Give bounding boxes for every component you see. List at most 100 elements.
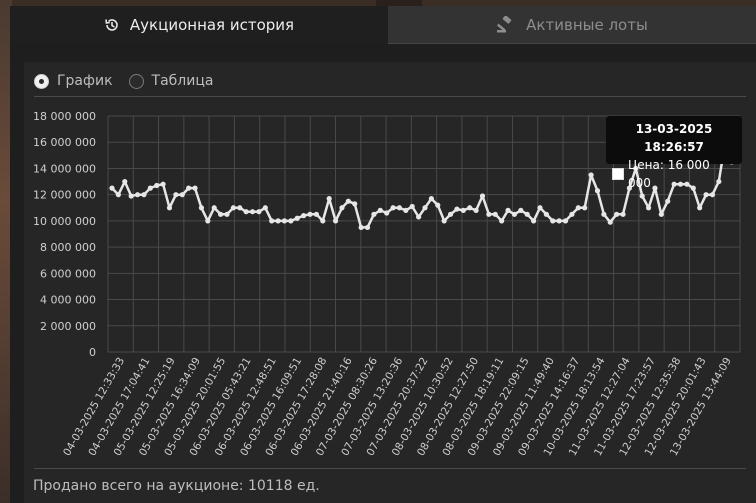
data-point xyxy=(301,213,307,219)
data-point xyxy=(256,209,262,215)
data-point xyxy=(205,218,211,224)
data-point xyxy=(262,205,268,211)
data-point xyxy=(147,185,153,191)
data-point xyxy=(269,218,275,224)
data-point xyxy=(396,205,403,211)
data-point xyxy=(607,219,613,225)
data-point xyxy=(550,218,556,224)
data-point xyxy=(428,196,434,202)
data-point xyxy=(211,205,217,211)
tab-auction-history-label: Аукционная история xyxy=(129,16,295,34)
data-point xyxy=(364,224,371,231)
data-point xyxy=(332,218,339,224)
data-point xyxy=(294,215,300,221)
data-point xyxy=(230,205,236,211)
data-point xyxy=(562,218,569,224)
y-tick-label: 16 000 000 xyxy=(33,136,96,149)
data-point xyxy=(460,207,466,213)
data-point xyxy=(141,192,147,198)
data-point xyxy=(377,207,383,213)
data-point xyxy=(198,205,205,211)
data-point xyxy=(358,224,364,231)
data-point xyxy=(441,218,447,224)
data-point xyxy=(594,188,601,194)
data-point xyxy=(614,211,620,217)
data-point xyxy=(243,209,249,215)
data-point xyxy=(192,185,198,191)
data-point xyxy=(173,192,179,198)
y-tick-label: 0 xyxy=(89,346,96,359)
data-point xyxy=(326,196,332,202)
data-point xyxy=(409,203,415,210)
data-point xyxy=(134,192,141,198)
data-point xyxy=(422,205,428,211)
data-point xyxy=(281,218,288,224)
data-point xyxy=(697,205,703,211)
data-point xyxy=(524,211,530,217)
tooltip-date: 13-03-2025 18:26:57 xyxy=(635,122,713,154)
y-tick-label: 18 000 000 xyxy=(33,110,96,123)
data-point xyxy=(575,205,581,211)
y-tick-label: 8 000 000 xyxy=(40,241,96,254)
data-point xyxy=(313,211,320,217)
data-point xyxy=(224,211,230,217)
data-point xyxy=(505,207,511,213)
data-point xyxy=(307,211,313,217)
tab-auction-history[interactable]: Аукционная история xyxy=(10,6,388,44)
data-point xyxy=(639,193,645,199)
data-point xyxy=(237,205,243,211)
data-point xyxy=(447,211,454,217)
y-tick-label: 10 000 000 xyxy=(33,215,96,228)
divider-bottom xyxy=(34,468,746,469)
data-point xyxy=(288,218,294,224)
data-point xyxy=(416,214,422,220)
tooltip-series-swatch xyxy=(612,168,624,180)
data-point xyxy=(128,193,134,199)
data-point xyxy=(345,198,351,204)
tooltip-price: Цена: 16 000 000 xyxy=(627,158,710,190)
data-point xyxy=(115,192,121,198)
data-point xyxy=(467,205,473,211)
data-point xyxy=(384,210,390,216)
data-point xyxy=(530,218,537,224)
gavel-icon xyxy=(497,15,512,32)
tab-active-lots[interactable]: Активные лоты xyxy=(388,6,756,44)
data-point xyxy=(569,211,575,217)
data-point xyxy=(709,192,716,198)
data-point xyxy=(179,192,185,198)
data-point xyxy=(556,218,562,224)
data-point xyxy=(492,211,498,217)
data-point xyxy=(511,211,518,217)
data-point xyxy=(537,205,543,211)
data-point xyxy=(703,192,709,198)
data-point xyxy=(109,185,115,191)
data-point xyxy=(665,198,671,204)
tab-bar: Аукционная история Активные лоты xyxy=(10,6,756,44)
tab-active-lots-label: Активные лоты xyxy=(526,15,648,34)
data-point xyxy=(518,207,524,213)
history-icon xyxy=(105,19,118,31)
data-point xyxy=(339,205,345,211)
data-point xyxy=(454,206,460,212)
data-point xyxy=(166,205,173,211)
data-point xyxy=(486,211,492,217)
history-panel: График Таблица 02 000 000 4 000 000 6 000 … xyxy=(10,44,756,503)
data-point xyxy=(371,211,377,217)
y-tick-label: 12 000 000 xyxy=(33,189,96,202)
data-point xyxy=(160,181,166,187)
data-point xyxy=(658,211,664,217)
chart-container: График Таблица 02 000 000 4 000 000 6 000 … xyxy=(24,62,756,503)
y-tick-label: 6 000 000 xyxy=(40,267,96,280)
data-point xyxy=(249,209,256,215)
data-point xyxy=(479,193,486,199)
data-point xyxy=(275,218,281,224)
data-point xyxy=(186,185,192,191)
data-point xyxy=(352,201,358,207)
data-point xyxy=(403,207,409,213)
data-point xyxy=(601,211,607,217)
data-point xyxy=(499,218,505,224)
data-point xyxy=(473,207,479,213)
data-point xyxy=(390,205,396,211)
chart-tooltip: 13-03-2025 18:26:57 Цена: 16 000 000 xyxy=(606,116,742,190)
y-tick-label: 14 000 000 xyxy=(33,162,96,175)
